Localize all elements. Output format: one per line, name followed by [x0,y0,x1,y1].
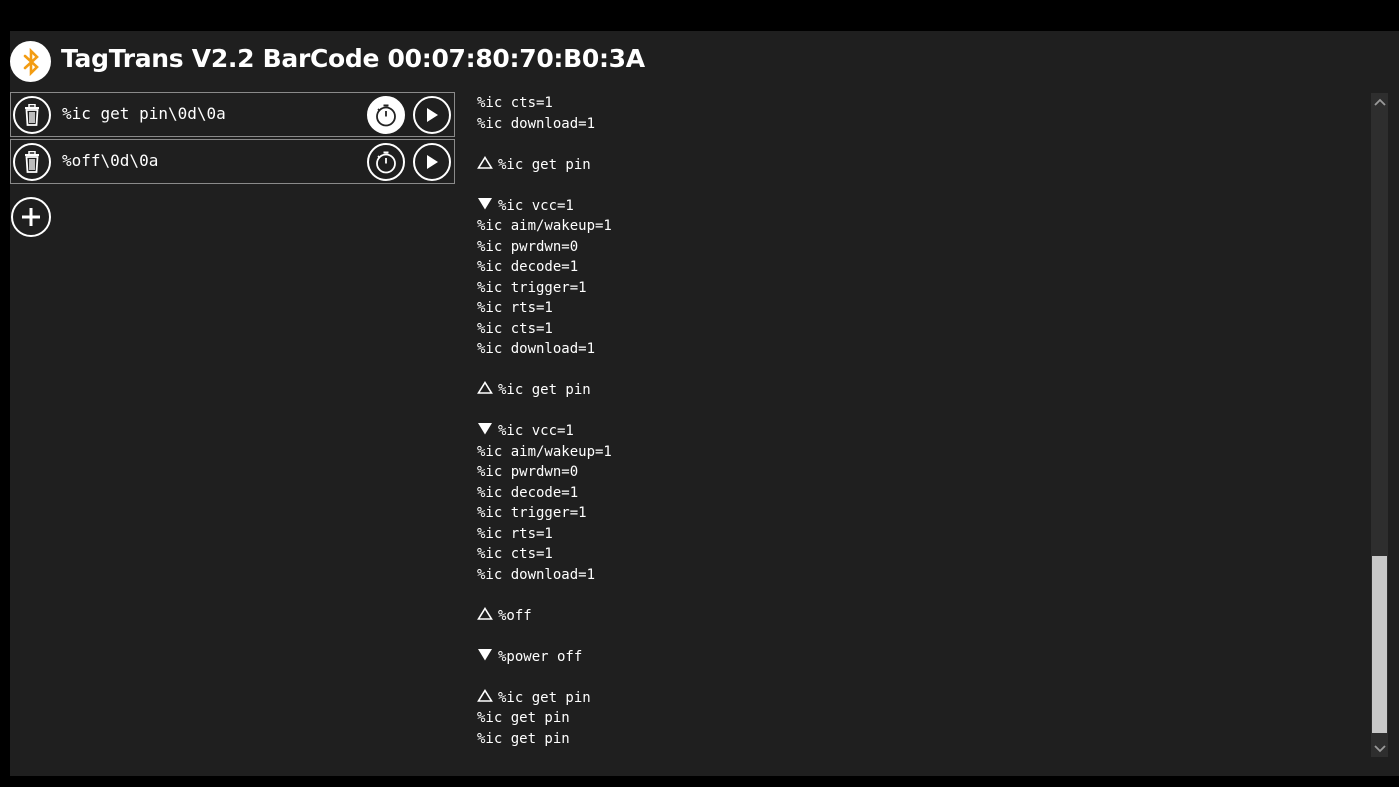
send-button[interactable] [413,143,451,181]
sent-triangle-icon [477,688,498,709]
log-line: %ic get pin [477,729,1357,750]
log-text: %ic vcc=1 [498,197,574,214]
timer-button[interactable] [367,96,405,134]
log-line: %ic download=1 [477,565,1357,586]
delete-button[interactable] [13,96,51,134]
log-text: %ic rts=1 [477,300,553,316]
log-text: %ic cts=1 [477,95,553,111]
received-triangle-icon [477,647,498,668]
received-triangle-icon [477,196,498,217]
log-text: %ic get pin [498,156,591,173]
log-line: %ic pwrdwn=0 [477,237,1357,258]
log-line: %off [477,606,1357,627]
command-row: %off\0d\0a [10,139,455,184]
log-line: %ic trigger=1 [477,278,1357,299]
log-text: %ic decode=1 [477,484,579,501]
log-text: %ic download=1 [477,341,596,357]
log-text: %ic get pin [477,710,570,726]
log-text: %ic download=1 [477,115,596,132]
log-line: %ic download=1 [477,339,1357,360]
trash-icon [25,151,39,173]
log-text: %ic download=1 [477,566,596,583]
bluetooth-icon [10,41,51,82]
log-text: %ic aim/wakeup=1 [477,443,612,460]
log-text: %ic cts=1 [477,320,553,337]
stopwatch-icon [376,151,396,174]
log-text: %ic cts=1 [477,546,553,562]
sent-triangle-icon [477,606,498,627]
log-line: %ic decode=1 [477,483,1357,504]
scrollbar-thumb[interactable] [1372,556,1387,733]
command-text[interactable]: %off\0d\0a [62,151,158,170]
log-text: %off [498,607,532,624]
log-line: %ic trigger=1 [477,503,1357,524]
log-text: %ic vcc=1 [498,423,574,439]
send-button[interactable] [413,96,451,134]
sent-triangle-icon [477,155,498,176]
log-line: %ic rts=1 [477,298,1357,319]
log-line: %ic download=1 [477,114,1357,135]
log-text: %ic aim/wakeup=1 [477,218,612,234]
command-list: %ic get pin\0d\0a %off\0d\0a [10,92,455,186]
log-text: %ic decode=1 [477,259,579,275]
log-line: %ic get pin [477,155,1357,176]
log-line: %ic vcc=1 [477,196,1357,217]
trash-icon [25,104,39,126]
log-line: %ic cts=1 [477,544,1357,565]
log-text: %ic pwrdwn=0 [477,238,579,255]
log-line: %ic cts=1 [477,319,1357,340]
log-text: %ic get pin [498,689,591,706]
log-text: %ic trigger=1 [477,279,587,296]
log-line: %ic pwrdwn=0 [477,462,1357,483]
log-line: %power off [477,647,1357,668]
app-window: TagTrans V2.2 BarCode 00:07:80:70:B0:3A … [10,31,1399,776]
command-text[interactable]: %ic get pin\0d\0a [62,104,226,123]
scroll-down-arrow-icon[interactable] [1371,740,1388,757]
play-icon [427,108,438,122]
command-row: %ic get pin\0d\0a [10,92,455,137]
log-text: %ic get pin [498,382,591,398]
plus-icon [22,208,40,226]
log-line: %ic aim/wakeup=1 [477,216,1357,237]
log-line: %ic aim/wakeup=1 [477,442,1357,463]
log-line: %ic get pin [477,708,1357,729]
log-text: %ic trigger=1 [477,505,587,521]
timer-button[interactable] [367,143,405,181]
app-title: TagTrans V2.2 BarCode 00:07:80:70:B0:3A [61,44,645,73]
log-line: %ic get pin [477,380,1357,401]
received-triangle-icon [477,421,498,442]
delete-button[interactable] [13,143,51,181]
add-command-button[interactable] [11,197,51,237]
log-scrollbar[interactable] [1371,93,1388,757]
log-text: %ic get pin [477,730,570,747]
play-icon [427,155,438,169]
log-line: %ic decode=1 [477,257,1357,278]
log-line: %ic rts=1 [477,524,1357,545]
terminal-log[interactable]: %ic cts=1 %ic download=1 %ic get pin %ic vc… [477,93,1357,753]
sent-triangle-icon [477,380,498,401]
scroll-up-arrow-icon[interactable] [1371,93,1388,110]
log-text: %ic pwrdwn=0 [477,464,579,480]
stopwatch-icon [376,104,396,127]
log-line: %ic get pin [477,688,1357,709]
log-line: %ic vcc=1 [477,421,1357,442]
log-text: %ic rts=1 [477,525,553,542]
log-text: %power off [498,648,583,665]
log-line: %ic cts=1 [477,93,1357,114]
